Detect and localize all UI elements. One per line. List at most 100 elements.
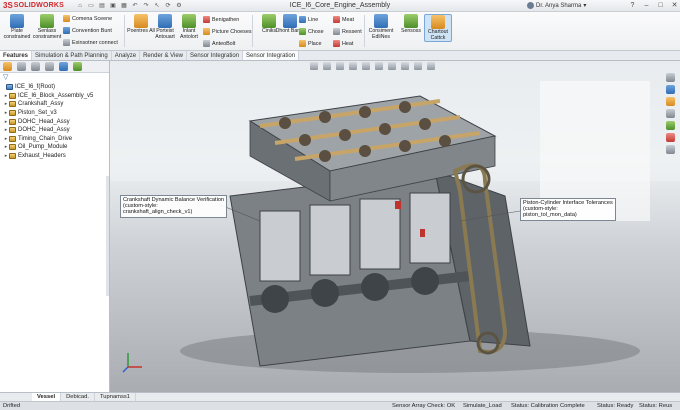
status-sensor: Sensor Array Check: OK (392, 403, 456, 409)
tab-analyze[interactable]: Analyze (112, 51, 141, 60)
solidworks-logo[interactable]: 3S SOLIDWORKS (0, 1, 70, 10)
user-name: Dr. Anya Sharma (536, 2, 582, 9)
options-gear-icon[interactable]: ⚙ (175, 2, 183, 10)
tree-item[interactable]: ▸ Oil_Pump_Module (0, 143, 109, 152)
quick-access-toolbar: ⌂ ▭ ▤ ▣ ▦ ↶ ↷ ↖ ⟳ ⚙ (76, 2, 183, 10)
new-document-icon[interactable]: ▭ (87, 2, 95, 10)
edit-appearance-icon[interactable] (401, 62, 409, 70)
ribbon-item-comena[interactable]: Comena Sceene (63, 15, 112, 22)
tree-item[interactable]: ▸ DOHC_Head_Assy (0, 117, 109, 126)
rebuild-icon[interactable]: ⟳ (164, 2, 172, 10)
ribbon-item-ressent[interactable]: Ressent (333, 28, 362, 35)
ribbon-item-heat[interactable]: Heat (333, 40, 353, 47)
chart-icon (431, 15, 445, 29)
design-library-icon[interactable] (666, 85, 675, 94)
tab-vessel[interactable]: Vessel (32, 393, 62, 401)
heads-up-view-toolbar (310, 61, 435, 71)
view-orientation-icon[interactable] (362, 62, 370, 70)
undo-icon[interactable]: ↶ (131, 2, 139, 10)
task-pane-tabs (666, 73, 678, 154)
bolt-icon (203, 40, 210, 47)
ribbon-button-senlass[interactable]: Senlass constrament (32, 14, 62, 40)
hide-show-icon[interactable] (388, 62, 396, 70)
benigathen-icon (203, 16, 210, 23)
ribbon-button-sensoss[interactable]: Sensoss (396, 14, 426, 35)
close-icon[interactable]: ✕ (670, 1, 679, 10)
ds-logo-icon: 3S (3, 1, 13, 10)
tree-item[interactable]: ▸ Piston_Set_v3 (0, 109, 109, 118)
ribbon-item-picture[interactable]: Picture Choeses (203, 28, 252, 35)
panel-splitter[interactable] (106, 176, 109, 296)
window-controls: ? – □ ✕ (628, 1, 679, 10)
forum-icon[interactable] (666, 145, 675, 154)
tab-features[interactable]: Features (0, 51, 33, 60)
feature-manager-toolbar (0, 61, 109, 73)
chevron-down-icon: ▾ (583, 3, 587, 9)
tab-simulation[interactable]: Simulation & Path Planning (32, 51, 112, 60)
engine-model[interactable] (110, 61, 680, 392)
solidworks-resources-icon[interactable] (666, 73, 675, 82)
tab-debicad[interactable]: Debicad. (61, 393, 95, 401)
save-icon[interactable]: ▣ (109, 2, 117, 10)
ribbon-item-line[interactable]: Line (299, 16, 318, 23)
help-icon[interactable]: ? (628, 1, 637, 10)
display-style-icon[interactable] (375, 62, 383, 70)
ribbon-item-place[interactable]: Place (299, 40, 322, 47)
appearance-icon[interactable] (59, 62, 68, 71)
ribbon-item-benigathen[interactable]: Benigathen (203, 16, 239, 23)
tree-item[interactable]: ▸ Exhaust_Headers (0, 152, 109, 161)
ribbon-item-chose[interactable]: Chose (299, 28, 324, 35)
tab-render-view[interactable]: Render & View (140, 51, 188, 60)
ribbon-item-exinsotner[interactable]: Exinsotner connect (63, 39, 118, 46)
section-view-icon[interactable] (349, 62, 357, 70)
appearances-icon[interactable] (666, 121, 675, 130)
apply-scene-icon[interactable] (414, 62, 422, 70)
feature-tree-icon[interactable] (3, 62, 12, 71)
graphics-viewport[interactable]: Crankshaft Dynamic Balance Verification … (110, 61, 680, 392)
tree-item[interactable]: ▸ Crankshaft_Assy (0, 100, 109, 109)
ribbon-button-inlant[interactable]: Inlant Antolort (174, 14, 204, 40)
view-settings-icon[interactable] (427, 62, 435, 70)
property-manager-icon[interactable] (17, 62, 26, 71)
user-account[interactable]: Dr. Anya Sharma ▾ (527, 2, 586, 9)
filter-icon[interactable]: ▽ (0, 73, 109, 83)
ribbon-button-chartout[interactable]: Chartout Cattck (424, 14, 452, 43)
print-icon[interactable]: ▦ (120, 2, 128, 10)
command-tabs: Features Simulation & Path Planning Anal… (0, 51, 680, 61)
ribbon-button-consiment[interactable]: Consiment EdliNes (366, 14, 396, 40)
configuration-icon[interactable] (31, 62, 40, 71)
subassembly-icon (9, 127, 16, 134)
maximize-icon[interactable]: □ (656, 1, 665, 10)
redo-icon[interactable]: ↷ (142, 2, 150, 10)
display-manager-icon[interactable] (73, 62, 82, 71)
ribbon-item-convention[interactable]: Convention Bunt (63, 27, 112, 34)
heat-icon (333, 40, 340, 47)
status-bar: Drifted Sensor Array Check: OK Simulate_… (0, 401, 680, 410)
subassembly-icon (9, 92, 16, 99)
zoom-to-fit-icon[interactable] (310, 62, 318, 70)
ribbon-item-anteobolt[interactable]: AnteoBolt (203, 40, 235, 47)
home-icon[interactable]: ⌂ (76, 2, 84, 10)
tab-sensor-integration[interactable]: Sensor Integration (187, 51, 244, 60)
minimize-icon[interactable]: – (642, 1, 651, 10)
zoom-area-icon[interactable] (323, 62, 331, 70)
ribbon-item-meat[interactable]: Meat (333, 16, 354, 23)
ribbon-button-plate[interactable]: Plate constrained (2, 14, 32, 40)
file-explorer-icon[interactable] (666, 97, 675, 106)
tab-sensor-integration-2[interactable]: Sensor Integration (243, 51, 300, 60)
tree-item[interactable]: ▸ ICE_I6_Block_Assembly_v5 (0, 92, 109, 101)
custom-properties-icon[interactable] (666, 133, 675, 142)
move-icon[interactable] (45, 62, 54, 71)
insert-icon (182, 14, 196, 28)
open-folder-icon[interactable]: ▤ (98, 2, 106, 10)
view-palette-icon[interactable] (666, 109, 675, 118)
callout-crankshaft-balance[interactable]: Crankshaft Dynamic Balance Verification … (120, 195, 228, 218)
previous-view-icon[interactable] (336, 62, 344, 70)
callout-piston-tolerances[interactable]: Piston-Cylinder Interface Tolerances (cu… (520, 198, 616, 221)
tree-item[interactable]: ▸ Timing_Chain_Drive (0, 135, 109, 144)
reference-triad-icon (122, 353, 142, 373)
tree-item[interactable]: ▸ DOHC_Head_Assy (0, 126, 109, 135)
tree-root[interactable]: ICE_I6_f(Root) (0, 83, 109, 92)
select-arrow-icon[interactable]: ↖ (153, 2, 161, 10)
tab-tupnamss1[interactable]: Tupnamss1 (95, 393, 137, 401)
